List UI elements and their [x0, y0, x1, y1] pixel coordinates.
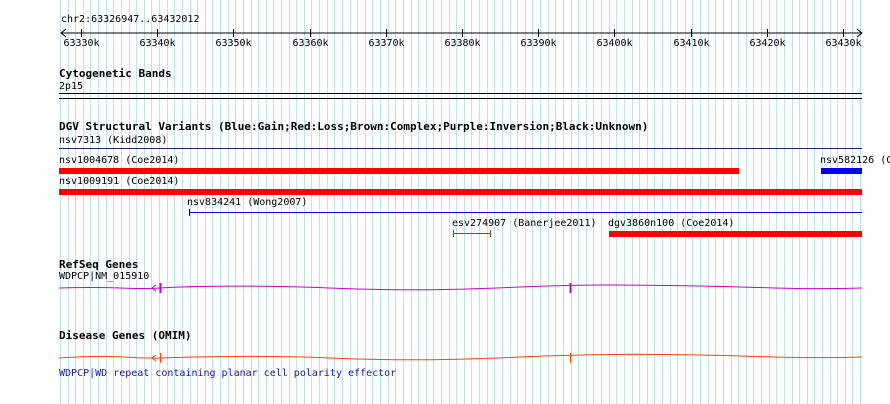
feature-nsv1009191[interactable]	[59, 189, 862, 195]
ruler-tick-label: 63340k	[139, 38, 175, 48]
ruler-tick-label: 63350k	[215, 38, 251, 48]
feature-esv274907[interactable]	[453, 230, 491, 237]
feature-nsv834241[interactable]	[189, 209, 862, 216]
ruler-tick-label: 63330k	[63, 38, 99, 48]
refseq-track-title[interactable]: RefSeq Genes	[59, 259, 138, 271]
cytoband-bar[interactable]	[0, 92, 890, 100]
dgv-features	[59, 148, 862, 237]
ruler-tick-label: 63380k	[444, 38, 480, 48]
location-label: chr2:63326947..63432012	[61, 14, 200, 25]
omim-gene-model[interactable]	[0, 350, 890, 366]
omim-track-title[interactable]: Disease Genes (OMIM)	[59, 330, 191, 342]
ruler-tick-label: 63430k	[825, 38, 861, 48]
feature-nsv1004678[interactable]	[59, 168, 739, 174]
refseq-gene-model[interactable]	[0, 280, 890, 296]
ruler-tick-label: 63390k	[520, 38, 556, 48]
feature-nsv582126[interactable]	[821, 168, 862, 174]
ruler-tick-label: 63370k	[368, 38, 404, 48]
ruler-tick-label: 63420k	[749, 38, 785, 48]
ruler-tick-label: 63410k	[673, 38, 709, 48]
omim-gene-label[interactable]: WDPCP|WD repeat containing planar cell p…	[59, 368, 396, 380]
feature-dgv3860n100[interactable]	[609, 231, 862, 237]
ruler[interactable]: 63330k 63340k 63350k 63360k 63370k 63380k 6339…	[0, 26, 890, 48]
dgv-track-title[interactable]: DGV Structural Variants (Blue:Gain;Red:L…	[59, 121, 648, 133]
ruler-tick-label: 63400k	[596, 38, 632, 48]
cytoband-track-title[interactable]: Cytogenetic Bands	[59, 68, 172, 80]
ruler-tick-label: 63360k	[292, 38, 328, 48]
